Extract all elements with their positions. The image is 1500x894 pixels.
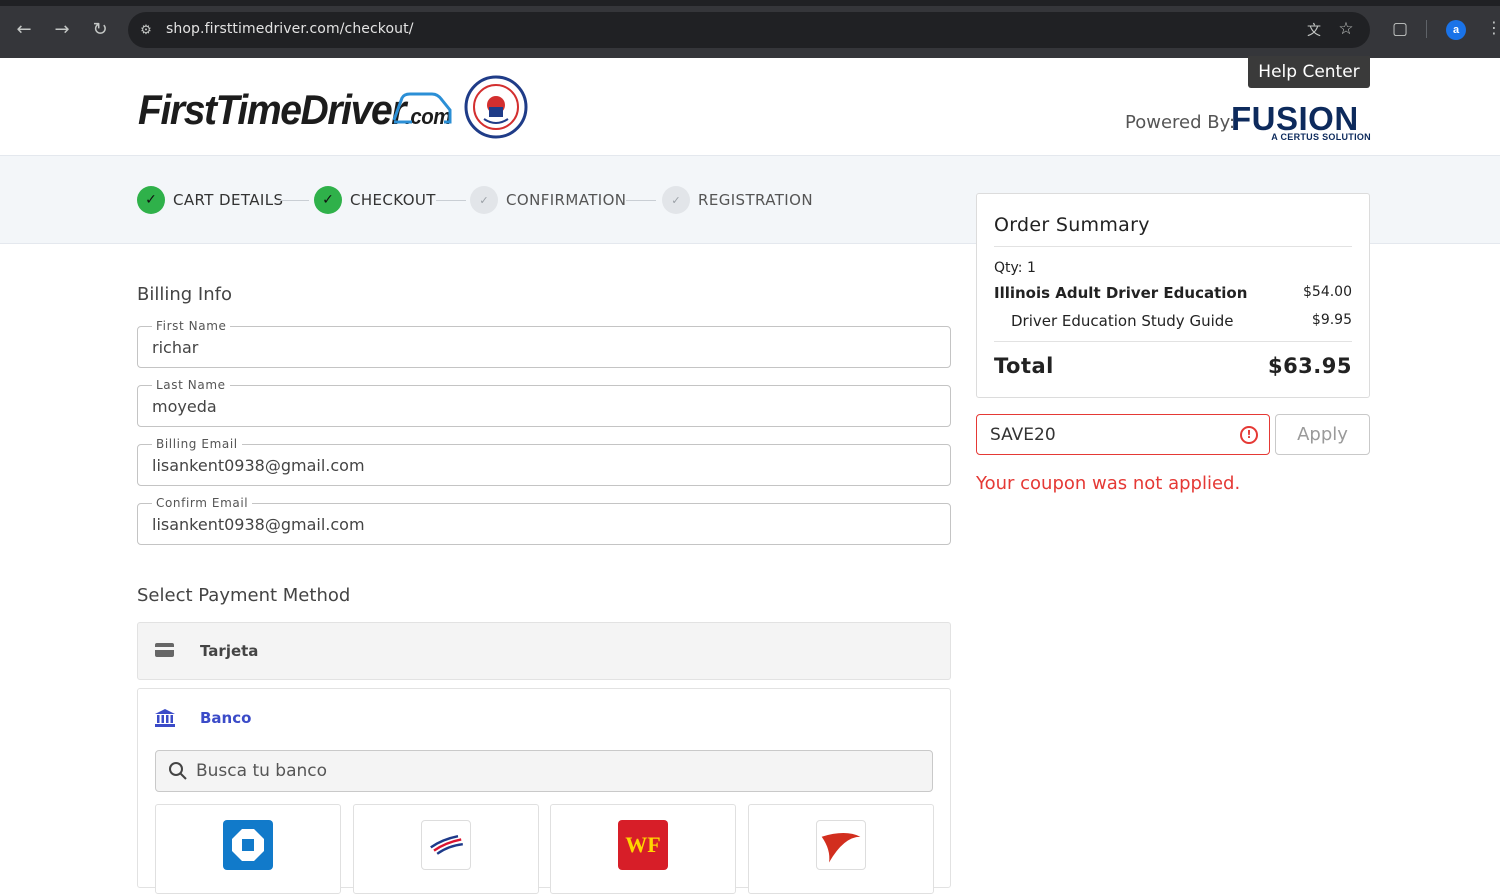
- bank-tile-bank-of-america[interactable]: [353, 804, 539, 894]
- reload-icon[interactable]: ↻: [88, 18, 112, 42]
- step-cart-details: ✓ CART DETAILS: [137, 186, 283, 214]
- field-label: Last Name: [152, 378, 230, 392]
- step-label: REGISTRATION: [698, 191, 813, 209]
- bank-search[interactable]: [155, 750, 933, 792]
- step-registration: ✓ REGISTRATION: [662, 186, 813, 214]
- address-bar[interactable]: ⚙ shop.firsttimedriver.com/checkout/ 文 ☆: [128, 12, 1370, 48]
- bank-tile-wells-fargo[interactable]: WF: [550, 804, 736, 894]
- step-label: CART DETAILS: [173, 191, 284, 209]
- field-label: Billing Email: [152, 437, 242, 451]
- powered-by-label: Powered By:: [1125, 112, 1236, 133]
- field-value[interactable]: lisankent0938@gmail.com: [152, 456, 365, 475]
- check-icon: ✓: [470, 186, 498, 214]
- order-total: Total $63.95: [994, 354, 1352, 378]
- partner-logo: FUSION A CERTUS SOLUTION: [1231, 100, 1371, 144]
- tab-strip: [0, 0, 1500, 6]
- payment-option-label: Banco: [200, 709, 252, 727]
- bank-search-input[interactable]: [196, 760, 896, 782]
- bank-icon: [155, 709, 175, 727]
- billing-email-field[interactable]: Billing Email lisankent0938@gmail.com: [137, 437, 951, 486]
- field-value[interactable]: lisankent0938@gmail.com: [152, 515, 365, 534]
- safety-council-seal: [464, 75, 528, 139]
- field-value[interactable]: moyeda: [152, 397, 217, 416]
- step-label: CHECKOUT: [350, 191, 436, 209]
- partner-subtitle: A CERTUS SOLUTION: [1271, 132, 1371, 142]
- translate-icon[interactable]: 文: [1304, 20, 1324, 40]
- total-label: Total: [994, 354, 1054, 378]
- site-info-icon[interactable]: ⚙: [136, 20, 156, 40]
- check-icon: ✓: [314, 186, 342, 214]
- help-center-button[interactable]: Help Center: [1248, 56, 1370, 88]
- credit-card-icon: [155, 643, 174, 657]
- order-qty: Qty: 1: [994, 260, 1036, 276]
- confirm-email-field[interactable]: Confirm Email lisankent0938@gmail.com: [137, 496, 951, 545]
- item-price: $9.95: [1311, 312, 1352, 328]
- field-label: First Name: [152, 319, 231, 333]
- wells-fargo-logo-icon: WF: [618, 820, 668, 870]
- check-icon: ✓: [137, 186, 165, 214]
- coupon-input[interactable]: SAVE20 !: [976, 414, 1270, 455]
- payment-method-title: Select Payment Method: [137, 585, 351, 606]
- first-name-field[interactable]: First Name richar: [137, 319, 951, 368]
- payment-option-card[interactable]: Tarjeta: [137, 622, 951, 680]
- last-name-field[interactable]: Last Name moyeda: [137, 378, 951, 427]
- star-icon[interactable]: ☆: [1336, 19, 1356, 39]
- field-value[interactable]: richar: [152, 338, 198, 357]
- forward-icon[interactable]: →: [50, 18, 74, 42]
- error-icon: !: [1240, 426, 1258, 444]
- step-confirmation: ✓ CONFIRMATION: [470, 186, 626, 214]
- search-icon: [169, 762, 187, 780]
- car-outline-icon: [392, 92, 452, 124]
- profile-avatar[interactable]: a: [1446, 20, 1466, 40]
- payment-option-label: Tarjeta: [200, 642, 259, 660]
- bank-of-america-logo-icon: [421, 820, 471, 870]
- extensions-icon[interactable]: ▢: [1389, 18, 1411, 40]
- billing-info-title: Billing Info: [137, 284, 232, 305]
- coupon-error-message: Your coupon was not applied.: [976, 473, 1241, 494]
- toolbar-divider: [1426, 20, 1427, 38]
- coupon-value[interactable]: SAVE20: [990, 425, 1056, 445]
- chase-logo-icon: [223, 820, 273, 870]
- step-connector: [279, 200, 309, 201]
- url-text[interactable]: shop.firsttimedriver.com/checkout/: [166, 21, 414, 37]
- payment-option-bank[interactable]: Banco WF: [137, 688, 951, 894]
- capital-one-logo-icon: [816, 820, 866, 870]
- item-price: $54.00: [1303, 284, 1352, 300]
- step-checkout: ✓ CHECKOUT: [314, 186, 436, 214]
- order-summary: Order Summary Qty: 1 Illinois Adult Driv…: [976, 193, 1370, 398]
- item-name: Illinois Adult Driver Education: [994, 284, 1248, 302]
- divider: [994, 341, 1352, 342]
- browser-chrome: ← → ↻ ⚙ shop.firsttimedriver.com/checkou…: [0, 0, 1500, 58]
- step-connector: [436, 200, 466, 201]
- item-name: Driver Education Study Guide: [1011, 312, 1234, 330]
- order-summary-title: Order Summary: [994, 214, 1150, 236]
- step-connector: [626, 200, 656, 201]
- total-value: $63.95: [1267, 354, 1352, 378]
- field-label: Confirm Email: [152, 496, 253, 510]
- bank-tile-capital-one[interactable]: [748, 804, 934, 894]
- apply-coupon-button[interactable]: Apply: [1275, 414, 1370, 455]
- step-label: CONFIRMATION: [506, 191, 627, 209]
- divider: [994, 246, 1352, 247]
- back-icon[interactable]: ←: [12, 18, 36, 42]
- more-vert-icon[interactable]: ⋮: [1486, 18, 1500, 40]
- bank-tile-chase[interactable]: [155, 804, 341, 894]
- brand-logo[interactable]: FirstTimeDriver.com: [138, 82, 452, 136]
- check-icon: ✓: [662, 186, 690, 214]
